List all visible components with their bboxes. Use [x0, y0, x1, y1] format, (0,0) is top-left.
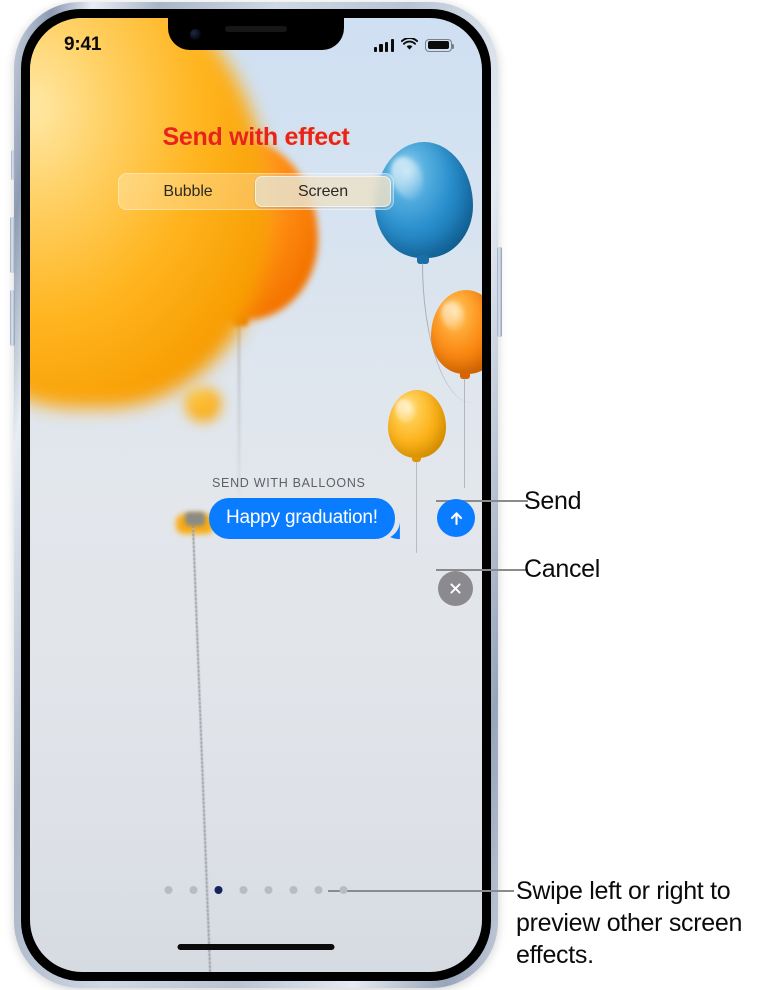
- phone-screen: 9:41 Send with effect Bubble Screen SEND…: [30, 18, 482, 972]
- volume-up-button[interactable]: [10, 217, 15, 273]
- status-bar-indicators: [373, 38, 455, 52]
- arrow-up-icon: [450, 511, 462, 525]
- callout-label-cancel: Cancel: [524, 555, 601, 583]
- segment-screen[interactable]: Screen: [255, 176, 391, 207]
- page-dot[interactable]: [339, 886, 348, 894]
- close-x-icon: [450, 583, 461, 594]
- callout-label-swipe: Swipe left or right to preview other scr…: [516, 877, 743, 969]
- balloon-yellow-string: [416, 461, 430, 553]
- status-bar-time: 9:41: [64, 34, 102, 55]
- page-dot[interactable]: [264, 886, 273, 894]
- page-dot[interactable]: [189, 886, 198, 894]
- home-indicator[interactable]: [177, 944, 335, 950]
- earpiece-speaker: [225, 26, 287, 32]
- wifi-icon: [401, 38, 418, 50]
- send-button[interactable]: [437, 499, 475, 537]
- balloon-orange-small-string: [464, 378, 482, 488]
- volume-down-button[interactable]: [10, 290, 15, 346]
- device-notch: [168, 18, 344, 50]
- phone-frame: 9:41 Send with effect Bubble Screen SEND…: [10, 2, 502, 988]
- callout-leader-line-cancel: [436, 569, 528, 571]
- segment-bubble[interactable]: Bubble: [121, 176, 255, 207]
- cancel-button[interactable]: [438, 571, 473, 606]
- effect-name-label: SEND WITH BALLOONS: [212, 476, 366, 490]
- silent-switch-button[interactable]: [11, 150, 15, 180]
- balloon-hero-string: [192, 525, 213, 972]
- page-title: Send with effect: [162, 123, 350, 151]
- phone-bezel: 9:41 Send with effect Bubble Screen SEND…: [21, 9, 491, 981]
- power-button[interactable]: [497, 247, 502, 337]
- callout-leader-line-swipe: [328, 890, 514, 892]
- page-dot-active[interactable]: [214, 886, 223, 894]
- balloon-hero-neck: [185, 388, 221, 422]
- effect-type-segmented-control[interactable]: Bubble Screen: [118, 173, 394, 210]
- front-camera-icon: [190, 29, 201, 40]
- balloon-hero-clip: [185, 512, 205, 526]
- page-indicator-dots[interactable]: [164, 886, 348, 894]
- balloon-yellow-icon: [388, 390, 446, 458]
- page-dot[interactable]: [164, 886, 173, 894]
- message-bubble: Happy graduation!: [209, 498, 395, 539]
- battery-full-icon: [425, 38, 455, 52]
- page-dot[interactable]: [239, 886, 248, 894]
- callout-label-send: Send: [524, 487, 582, 515]
- page-dot[interactable]: [314, 886, 323, 894]
- balloon-hero-icon: [30, 18, 270, 408]
- balloons-screen-effect-scene: [30, 18, 482, 972]
- battery-fill: [427, 41, 450, 49]
- page-dot[interactable]: [289, 886, 298, 894]
- cellular-signal-icon: [373, 38, 394, 52]
- balloon-orange-large-string: [238, 324, 240, 494]
